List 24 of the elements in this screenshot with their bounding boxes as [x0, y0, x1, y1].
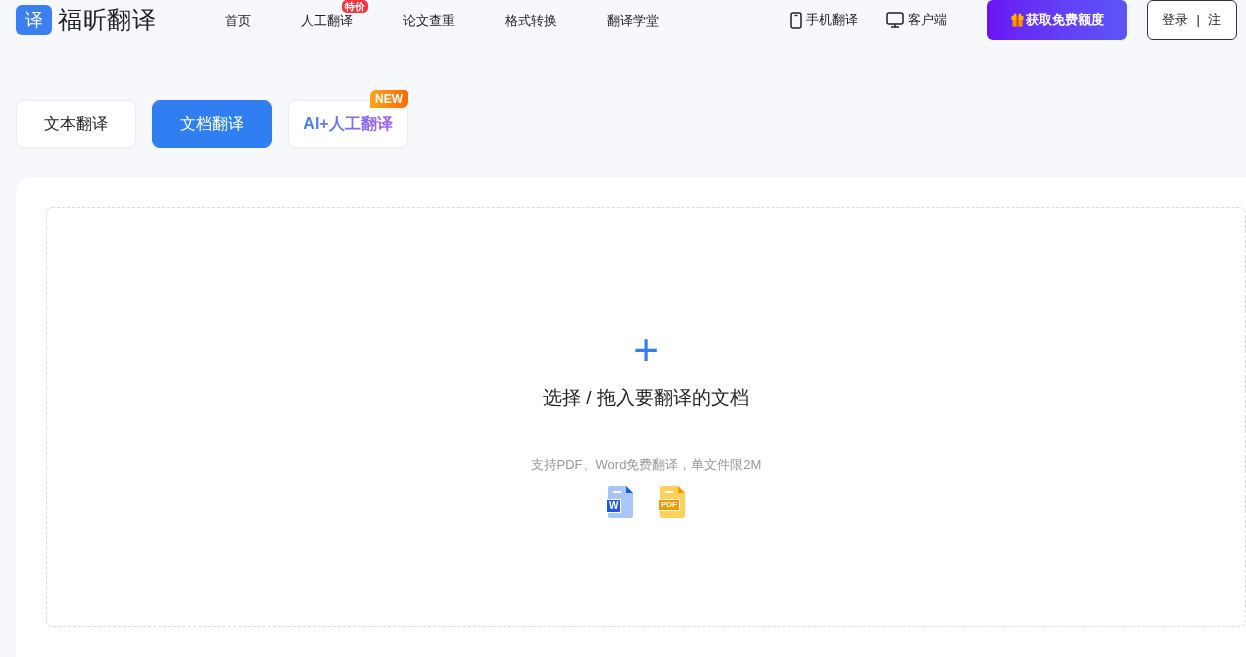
- header-link[interactable]: 手机翻译: [790, 10, 859, 30]
- tab[interactable]: 文本翻译: [16, 100, 136, 148]
- logo-icon[interactable]: 译: [16, 5, 52, 35]
- nav-link[interactable]: 翻译学堂: [607, 13, 660, 28]
- nav-link[interactable]: 论文查重: [403, 13, 456, 28]
- sale-badge: 特价: [342, 0, 369, 13]
- new-badge: NEW: [370, 90, 408, 108]
- plus-icon: +: [633, 330, 659, 370]
- header-link[interactable]: 客户端: [886, 10, 948, 30]
- logo-text[interactable]: 福昕翻译: [58, 2, 157, 38]
- pdf-file-icon: PDF: [658, 486, 686, 518]
- upload-hint: 支持PDF、Word免费翻译，单文件限2M: [530, 455, 762, 474]
- tab[interactable]: 文档翻译: [152, 100, 272, 148]
- nav-link[interactable]: 人工翻译: [301, 13, 354, 28]
- nav-link[interactable]: 格式转换: [505, 13, 558, 28]
- monitor-icon: [886, 12, 905, 28]
- gift-icon: [1010, 13, 1024, 27]
- upload-dropzone[interactable]: + 选择 / 拖入要翻译的文档 支持PDF、Word免费翻译，单文件限2M W PDF: [46, 207, 1246, 627]
- upload-title: 选择 / 拖入要翻译的文档: [543, 386, 749, 410]
- free-quota-button[interactable]: 获取免费额度: [987, 0, 1128, 40]
- phone-icon: [790, 11, 803, 29]
- login-register-button[interactable]: 登录 | 注: [1147, 0, 1238, 40]
- word-file-icon: W: [606, 486, 634, 518]
- nav-link[interactable]: 首页: [225, 13, 252, 28]
